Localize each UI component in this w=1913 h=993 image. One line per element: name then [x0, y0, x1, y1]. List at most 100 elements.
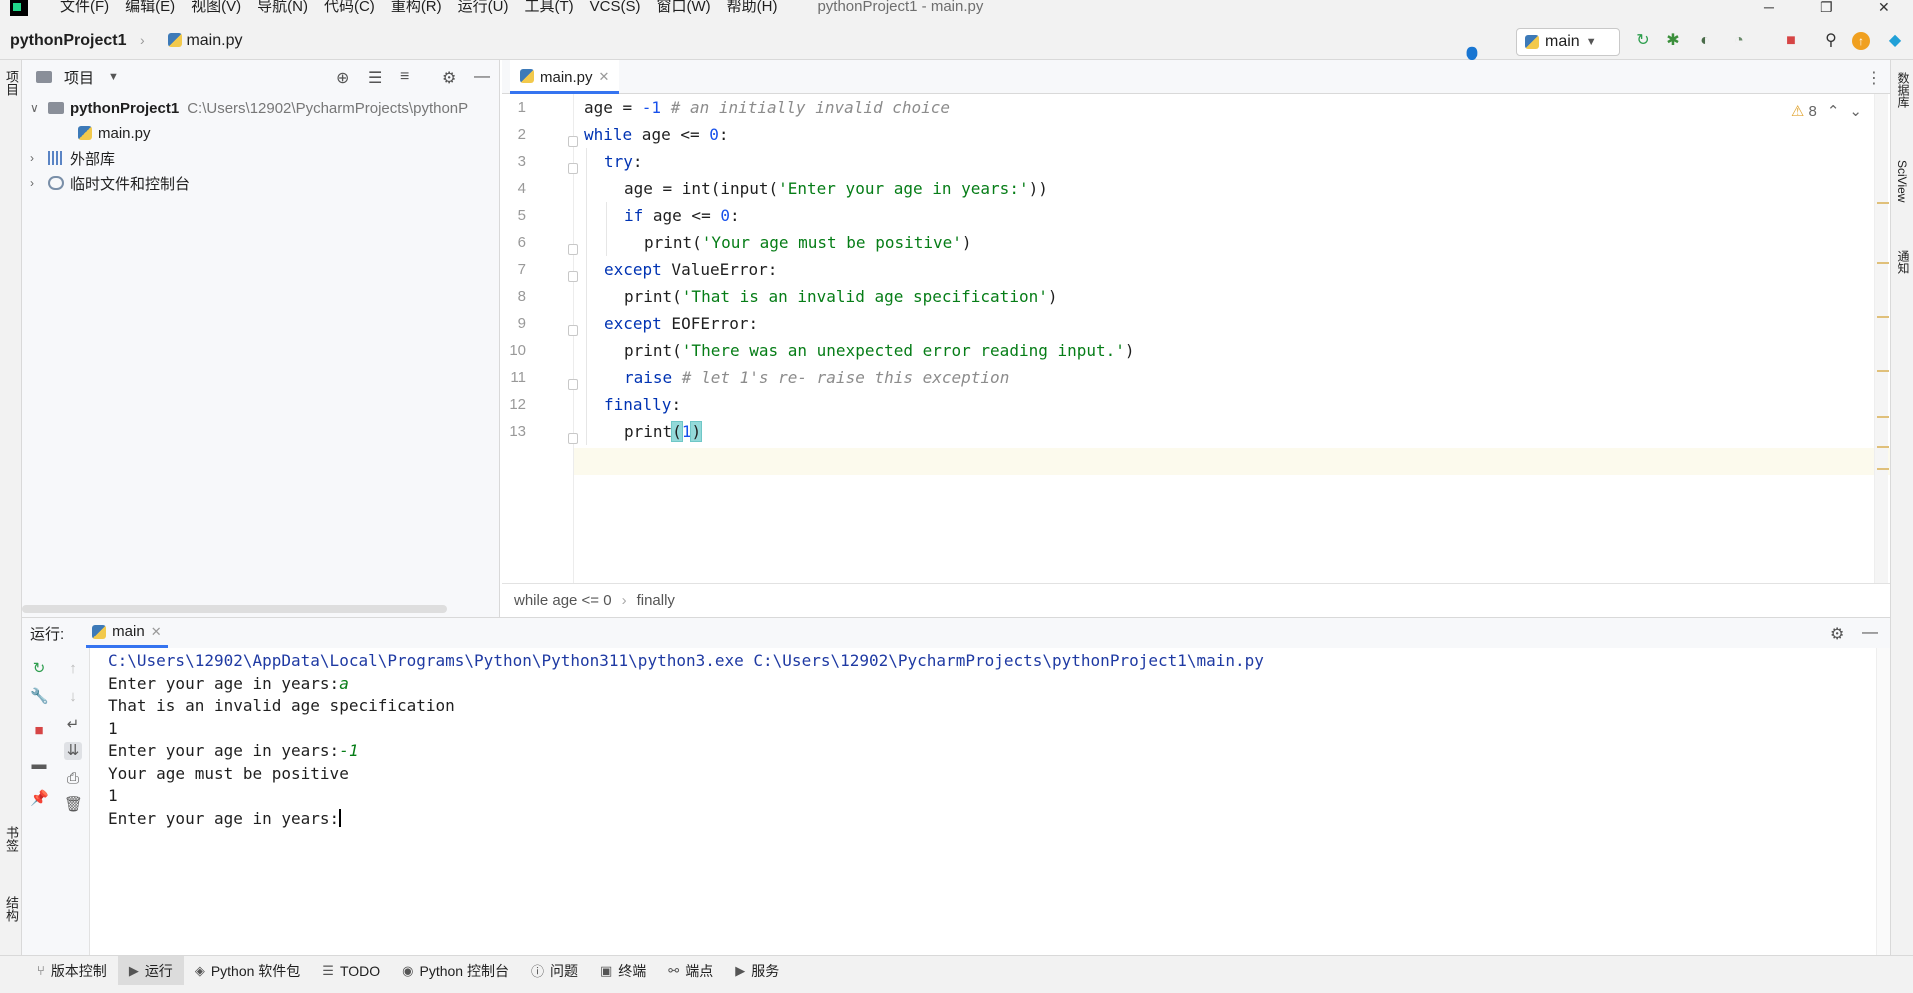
database-tool-button[interactable]: 数据库: [1895, 72, 1912, 108]
code-line-2: while age <= 0:: [584, 121, 729, 148]
tree-item-project-root[interactable]: ∨ pythonProject1 C:\Users\12902\PycharmP…: [30, 96, 468, 120]
tree-item-label: 外部库: [70, 150, 116, 168]
jetbrains-ai-icon[interactable]: ◆: [1886, 32, 1904, 50]
scroll-marker[interactable]: [1877, 202, 1889, 204]
soft-wrap-icon[interactable]: ↵: [64, 716, 82, 734]
bookmarks-tool-button[interactable]: 书签: [2, 826, 21, 852]
menu-window[interactable]: 窗口(W): [648, 0, 718, 14]
menu-view[interactable]: 视图(V): [183, 0, 249, 14]
more-options-icon[interactable]: ⋮: [1866, 68, 1882, 88]
previous-highlight-icon[interactable]: ⌃: [1827, 102, 1840, 120]
scroll-marker[interactable]: [1877, 446, 1889, 448]
restore-icon[interactable]: ❐: [1820, 0, 1833, 14]
tab-endpoints[interactable]: ⚯ 端点: [657, 956, 724, 986]
tab-version-control[interactable]: ⑂ 版本控制: [26, 956, 118, 986]
sciview-tool-button[interactable]: SciView: [1895, 160, 1909, 202]
expand-all-icon[interactable]: ☰: [368, 68, 382, 88]
profile-icon[interactable]: ◔: [1730, 32, 1748, 50]
rerun-icon[interactable]: ↻: [30, 660, 48, 678]
tree-item-main-py[interactable]: main.py: [78, 121, 151, 145]
menu-navigate[interactable]: 导航(N): [249, 0, 316, 14]
coverage-icon[interactable]: ◐: [1696, 32, 1714, 50]
breadcrumb-item[interactable]: while age <= 0: [514, 592, 612, 609]
scroll-marker[interactable]: [1877, 468, 1889, 470]
chevron-right-icon[interactable]: ›: [30, 176, 42, 190]
tab-python-console[interactable]: ◉ Python 控制台: [391, 956, 520, 986]
code-keyword: try: [604, 152, 633, 171]
trash-icon[interactable]: 🗑: [64, 796, 83, 814]
menu-help[interactable]: 帮助(H): [719, 0, 786, 14]
console-text: That is an invalid age specification: [108, 696, 455, 715]
breadcrumb-project[interactable]: pythonProject1: [10, 32, 126, 50]
chevron-down-icon[interactable]: ∨: [30, 101, 42, 115]
breadcrumb-file[interactable]: main.py: [168, 32, 242, 50]
tab-label: Python 软件包: [210, 962, 301, 979]
print-icon[interactable]: ⎙: [64, 770, 82, 788]
editor-vertical-scrollbar[interactable]: [1874, 94, 1889, 583]
search-icon[interactable]: ⚲: [1822, 32, 1840, 50]
wrench-icon[interactable]: 🔧: [30, 688, 49, 706]
next-highlight-icon[interactable]: ⌄: [1849, 102, 1862, 120]
menu-run[interactable]: 运行(U): [450, 0, 517, 14]
close-tab-icon[interactable]: ✕: [151, 624, 162, 640]
gear-icon[interactable]: ⚙: [442, 68, 456, 88]
breadcrumb-item[interactable]: finally: [637, 592, 675, 609]
code-area[interactable]: age = -1 # an initially invalid choice w…: [574, 94, 1890, 583]
rerun-icon[interactable]: ↻: [1634, 32, 1652, 50]
run-panel-title: 运行:: [30, 625, 65, 643]
pin-icon[interactable]: 📌: [30, 790, 49, 808]
warning-indicator[interactable]: ⚠ 8: [1791, 102, 1817, 120]
locate-file-icon[interactable]: ⊕: [336, 68, 349, 88]
console-vertical-scrollbar[interactable]: [1876, 648, 1890, 956]
chevron-down-icon[interactable]: ▼: [108, 71, 119, 83]
console-output[interactable]: C:\Users\12902\AppData\Local\Programs\Py…: [90, 648, 1890, 956]
menu-edit[interactable]: 编辑(E): [117, 0, 183, 14]
minimize-icon[interactable]: ─: [1764, 0, 1774, 14]
debug-icon[interactable]: ✱: [1664, 32, 1682, 50]
layout-icon[interactable]: ▬: [30, 756, 48, 774]
stop-icon[interactable]: ■: [1782, 32, 1800, 50]
project-tool-button[interactable]: 项目: [2, 70, 21, 96]
menu-tools[interactable]: 工具(T): [516, 0, 581, 14]
run-config-select[interactable]: main ▼: [1516, 28, 1620, 56]
tab-terminal[interactable]: ▣ 终端: [589, 956, 657, 986]
tab-todo[interactable]: ☰ TODO: [311, 956, 391, 986]
scroll-marker[interactable]: [1877, 416, 1889, 418]
tree-item-scratches[interactable]: › 临时文件和控制台: [30, 171, 190, 195]
run-tab-main[interactable]: main ✕: [86, 618, 168, 648]
close-icon[interactable]: ✕: [1878, 0, 1890, 14]
close-tab-icon[interactable]: ✕: [599, 69, 610, 85]
tab-problems[interactable]: ⓘ 问题: [520, 956, 589, 986]
menu-refactor[interactable]: 重构(R): [383, 0, 450, 14]
menu-code[interactable]: 代码(C): [316, 0, 383, 14]
update-icon[interactable]: ↑: [1852, 32, 1870, 50]
menu-file[interactable]: 文件(F): [52, 0, 117, 14]
structure-tool-button[interactable]: 结构: [2, 896, 21, 922]
tab-run[interactable]: ▶ 运行: [117, 955, 184, 986]
list-icon: ☰: [322, 962, 334, 978]
tab-python-packages[interactable]: ◈ Python 软件包: [184, 956, 311, 986]
gear-icon[interactable]: ⚙: [1830, 624, 1844, 644]
scroll-marker[interactable]: [1877, 316, 1889, 318]
notifications-tool-button[interactable]: 通知: [1895, 250, 1912, 274]
up-arrow-icon[interactable]: ↑: [64, 660, 82, 678]
scroll-marker[interactable]: [1877, 262, 1889, 264]
chevron-right-icon[interactable]: ›: [30, 151, 42, 165]
inspection-widget[interactable]: ⚠ 8 ⌃ ⌄: [1791, 102, 1862, 120]
project-panel-title[interactable]: 项目: [64, 67, 94, 88]
tab-label: 运行: [144, 962, 173, 979]
scroll-to-end-icon[interactable]: ⇊: [64, 742, 82, 760]
hide-panel-icon[interactable]: —: [474, 68, 490, 86]
tab-services[interactable]: ▶ 服务: [724, 956, 790, 986]
tree-item-external-libs[interactable]: › 外部库: [30, 146, 115, 170]
tab-main-py[interactable]: main.py ✕: [510, 60, 620, 94]
stop-icon[interactable]: ■: [30, 722, 48, 740]
menu-vcs[interactable]: VCS(S): [582, 0, 649, 14]
hide-panel-icon[interactable]: —: [1862, 624, 1878, 642]
scroll-marker[interactable]: [1877, 370, 1889, 372]
collapse-all-icon[interactable]: ≡: [400, 68, 409, 86]
down-arrow-icon[interactable]: ↓: [64, 688, 82, 706]
code-token: ): [1047, 287, 1058, 306]
chevron-right-icon: ›: [140, 32, 145, 48]
horizontal-scrollbar[interactable]: [22, 605, 447, 613]
